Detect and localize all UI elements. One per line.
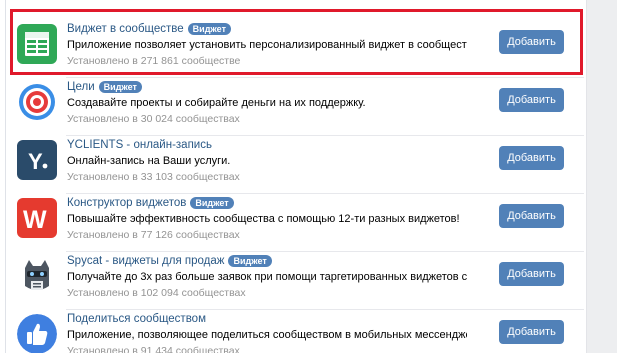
svg-text:Y: Y <box>28 149 43 174</box>
app-description: Приложение, позволяющее поделиться сообщ… <box>67 329 467 341</box>
widget-badge: Виджет <box>98 81 142 93</box>
app-description: Создавайте проекты и собирайте деньги на… <box>67 97 366 109</box>
widget-badge: Виджет <box>187 23 231 35</box>
target-icon[interactable] <box>17 82 57 122</box>
app-description: Приложение позволяет установить персонал… <box>67 39 467 51</box>
add-button[interactable]: Добавить <box>499 146 564 170</box>
app-title[interactable]: YCLIENTS - онлайн-запись <box>67 139 212 151</box>
app-installs: Установлено в 91 434 сообществах <box>67 345 240 353</box>
app-installs: Установлено в 102 094 сообществах <box>67 287 246 299</box>
app-item-spycat: Spycat - виджеты для продаж Виджет Получ… <box>6 252 584 310</box>
app-title[interactable]: Цели <box>67 81 95 93</box>
w-logo-icon[interactable]: W <box>17 198 57 238</box>
widget-table-icon[interactable] <box>17 24 57 64</box>
app-installs: Установлено в 30 024 сообществах <box>67 113 240 125</box>
app-item-vidzhet: Виджет в сообществе Виджет Приложение по… <box>6 20 584 78</box>
app-item-podelitsya: Поделиться сообществом Приложение, позво… <box>6 310 584 353</box>
app-title[interactable]: Spycat - виджеты для продаж <box>67 255 224 267</box>
spycat-icon[interactable] <box>17 256 57 296</box>
yclients-logo-icon[interactable]: Y <box>17 140 57 180</box>
app-installs: Установлено в 77 126 сообществах <box>67 229 240 241</box>
add-button[interactable]: Добавить <box>499 262 564 286</box>
widget-badge: Виджет <box>190 197 234 209</box>
add-button[interactable]: Добавить <box>499 88 564 112</box>
app-installs: Установлено в 271 861 сообществе <box>67 55 241 67</box>
app-description: Онлайн-запись на Ваши услуги. <box>67 155 231 167</box>
app-title[interactable]: Виджет в сообществе <box>67 23 184 35</box>
app-title[interactable]: Поделиться сообществом <box>67 313 206 325</box>
svg-text:W: W <box>23 206 47 234</box>
add-button[interactable]: Добавить <box>499 320 564 344</box>
app-installs: Установлено в 33 103 сообществах <box>67 171 240 183</box>
app-description: Получайте до 3х раз больше заявок при по… <box>67 271 467 283</box>
thumbs-up-icon[interactable] <box>17 314 57 353</box>
app-item-yclients: Y YCLIENTS - онлайн-запись Онлайн-запись… <box>6 136 584 194</box>
app-item-tseli: Цели Виджет Создавайте проекты и собирай… <box>6 78 584 136</box>
app-title[interactable]: Конструктор виджетов <box>67 197 186 209</box>
add-button[interactable]: Добавить <box>499 30 564 54</box>
widget-badge: Виджет <box>228 255 272 267</box>
right-gutter <box>586 0 617 353</box>
add-button[interactable]: Добавить <box>499 204 564 228</box>
app-description: Повышайте эффективность сообщества с пом… <box>67 213 460 225</box>
app-item-konstruktor: W Конструктор виджетов Виджет Повышайте … <box>6 194 584 252</box>
